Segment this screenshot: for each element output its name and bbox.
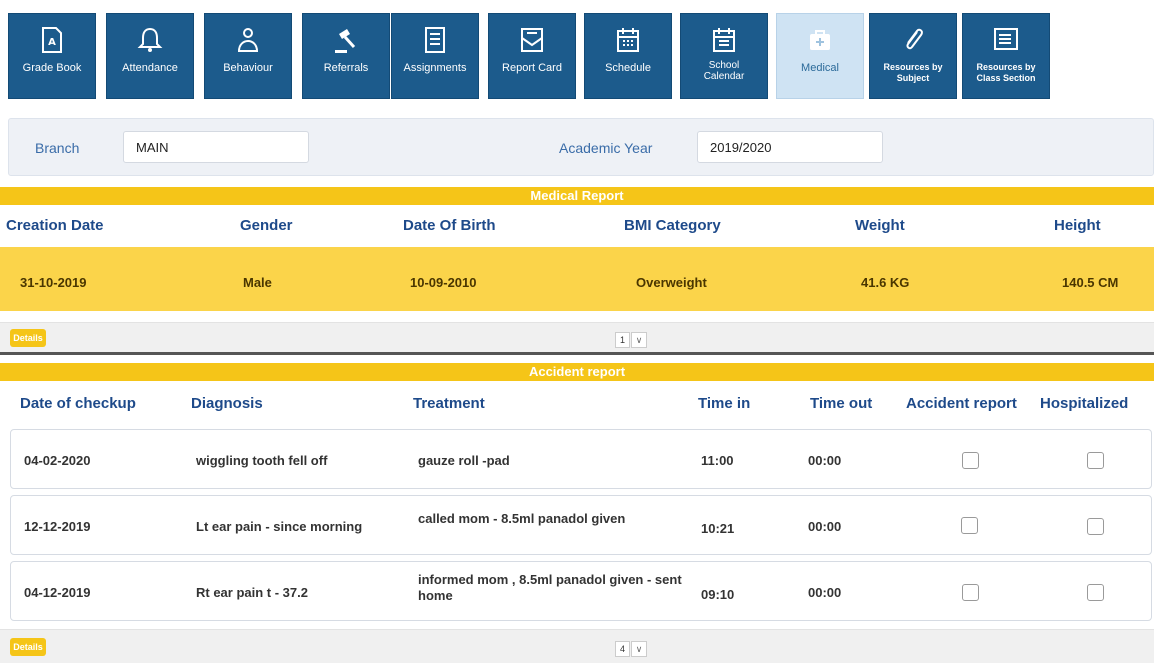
tile-label: School Calendar — [703, 60, 745, 82]
col-date-of-birth: Date Of Birth — [403, 217, 496, 234]
accident-pager-bar: Details 4 ∨ — [0, 629, 1154, 663]
page-number: 1 — [615, 332, 630, 348]
cell-diagnosis: wiggling tooth fell off — [196, 453, 328, 468]
svg-text:A: A — [48, 37, 56, 48]
col-diagnosis: Diagnosis — [191, 395, 263, 412]
accident-report-checkbox[interactable] — [962, 584, 979, 601]
cell-gender: Male — [243, 275, 272, 290]
accident-grid-header: Date of checkup Diagnosis Treatment Time… — [0, 381, 1154, 425]
branch-label: Branch — [35, 140, 80, 156]
cell-date: 12-12-2019 — [24, 519, 91, 534]
academic-year-label: Academic Year — [559, 140, 653, 156]
tile-grade-book[interactable]: A Grade Book — [8, 13, 96, 99]
calendar-icon — [617, 28, 639, 52]
cell-time-out: 00:00 — [808, 585, 842, 600]
chevron-down-icon[interactable]: ∨ — [631, 332, 647, 348]
accident-report-checkbox[interactable] — [962, 452, 979, 469]
cell-date: 04-02-2020 — [24, 453, 91, 468]
bell-icon — [137, 27, 163, 52]
branch-field[interactable]: MAIN — [123, 131, 309, 163]
cell-time-in: 11:00 — [701, 453, 734, 468]
col-treatment: Treatment — [413, 395, 485, 412]
col-creation-date: Creation Date — [6, 217, 104, 234]
cell-time-out: 00:00 — [808, 453, 842, 468]
module-toolbar: A Grade Book Attendance Behaviour Referr… — [0, 0, 1154, 110]
cell-date-of-birth: 10-09-2010 — [410, 275, 477, 290]
hospitalized-checkbox[interactable] — [1087, 518, 1104, 535]
resources-list-icon — [994, 28, 1018, 50]
hospitalized-checkbox[interactable] — [1087, 584, 1104, 601]
cell-time-out: 00:00 — [808, 519, 842, 534]
tile-label: Medical — [801, 62, 839, 74]
tile-referrals[interactable]: Referrals — [302, 13, 390, 99]
table-row[interactable]: 04-12-2019 Rt ear pain t - 37.2 informed… — [10, 561, 1152, 621]
hospitalized-checkbox[interactable] — [1087, 452, 1104, 469]
assignments-icon — [425, 27, 445, 53]
col-time-in: Time in — [698, 395, 751, 412]
table-row[interactable]: 04-02-2020 wiggling tooth fell off gauze… — [10, 429, 1152, 489]
col-gender: Gender — [240, 217, 293, 234]
tile-behaviour[interactable]: Behaviour — [204, 13, 292, 99]
cell-treatment: informed mom , 8.5ml panadol given - sen… — [418, 572, 682, 603]
filter-bar: Branch MAIN Academic Year 2019/2020 — [8, 118, 1154, 176]
table-row[interactable]: 12-12-2019 Lt ear pain - since morning c… — [10, 495, 1152, 555]
grade-book-icon: A — [42, 27, 62, 53]
page-selector[interactable]: 1 ∨ — [615, 332, 647, 348]
page-number: 4 — [615, 641, 630, 657]
tile-medical[interactable]: Medical — [776, 13, 864, 99]
col-height: Height — [1054, 217, 1101, 234]
gavel-icon — [335, 29, 356, 53]
tile-label: Report Card — [502, 62, 562, 74]
cell-treatment: gauze roll -pad — [418, 453, 510, 468]
accident-report-header: Accident report — [0, 363, 1154, 381]
tile-label: Assignments — [403, 62, 467, 74]
cell-weight: 41.6 KG — [861, 275, 910, 290]
cell-time-in: 09:10 — [701, 587, 735, 602]
cell-diagnosis: Lt ear pain - since morning — [196, 519, 363, 534]
academic-year-field[interactable]: 2019/2020 — [697, 131, 883, 163]
col-time-out: Time out — [810, 395, 873, 412]
tile-label: Attendance — [122, 62, 178, 74]
tile-label: Grade Book — [22, 62, 82, 74]
tile-label: Schedule — [605, 62, 651, 74]
divider — [0, 352, 1154, 355]
tile-resources-class-section[interactable]: Resources by Class Section — [962, 13, 1050, 99]
cell-bmi-category: Overweight — [636, 275, 707, 290]
tile-report-card[interactable]: Report Card — [488, 13, 576, 99]
cell-diagnosis: Rt ear pain t - 37.2 — [196, 585, 308, 600]
col-bmi-category: BMI Category — [624, 217, 721, 234]
medical-grid-header: Creation Date Gender Date Of Birth BMI C… — [0, 205, 1154, 247]
medical-report-header: Medical Report — [0, 187, 1154, 205]
page-selector[interactable]: 4 ∨ — [615, 641, 647, 657]
chevron-down-icon[interactable]: ∨ — [631, 641, 647, 657]
tile-label: Referrals — [323, 62, 369, 74]
cell-date: 04-12-2019 — [24, 585, 91, 600]
medical-kit-icon — [810, 30, 830, 50]
tile-label: Resources by Class Section — [976, 62, 1036, 83]
tile-attendance[interactable]: Attendance — [106, 13, 194, 99]
school-calendar-icon — [713, 28, 735, 52]
tile-label: Behaviour — [223, 62, 273, 74]
tile-resources-subject[interactable]: Resources by Subject — [869, 13, 957, 99]
paperclip-icon — [906, 28, 923, 50]
accident-report-checkbox[interactable] — [961, 517, 978, 534]
cell-height: 140.5 CM — [1062, 275, 1119, 290]
cell-time-in: 10:21 — [701, 521, 735, 536]
details-button[interactable]: Details — [10, 638, 46, 656]
tile-schedule[interactable]: Schedule — [584, 13, 672, 99]
cell-creation-date: 31-10-2019 — [20, 275, 87, 290]
behaviour-icon — [237, 28, 259, 52]
cell-treatment: called mom - 8.5ml panadol given — [418, 511, 626, 526]
col-weight: Weight — [855, 217, 905, 234]
col-accident-report: Accident report — [906, 395, 1017, 412]
col-date-of-checkup: Date of checkup — [20, 395, 136, 412]
tile-school-calendar[interactable]: School Calendar — [680, 13, 768, 99]
medical-pager-bar: Details 1 ∨ — [0, 322, 1154, 353]
col-hospitalized: Hospitalized — [1040, 395, 1129, 412]
details-button[interactable]: Details — [10, 329, 46, 347]
tile-label: Resources by Subject — [883, 62, 943, 83]
tile-assignments[interactable]: Assignments — [391, 13, 479, 99]
table-row[interactable]: 31-10-2019 Male 10-09-2010 Overweight 41… — [0, 247, 1154, 311]
report-card-icon — [521, 28, 543, 52]
